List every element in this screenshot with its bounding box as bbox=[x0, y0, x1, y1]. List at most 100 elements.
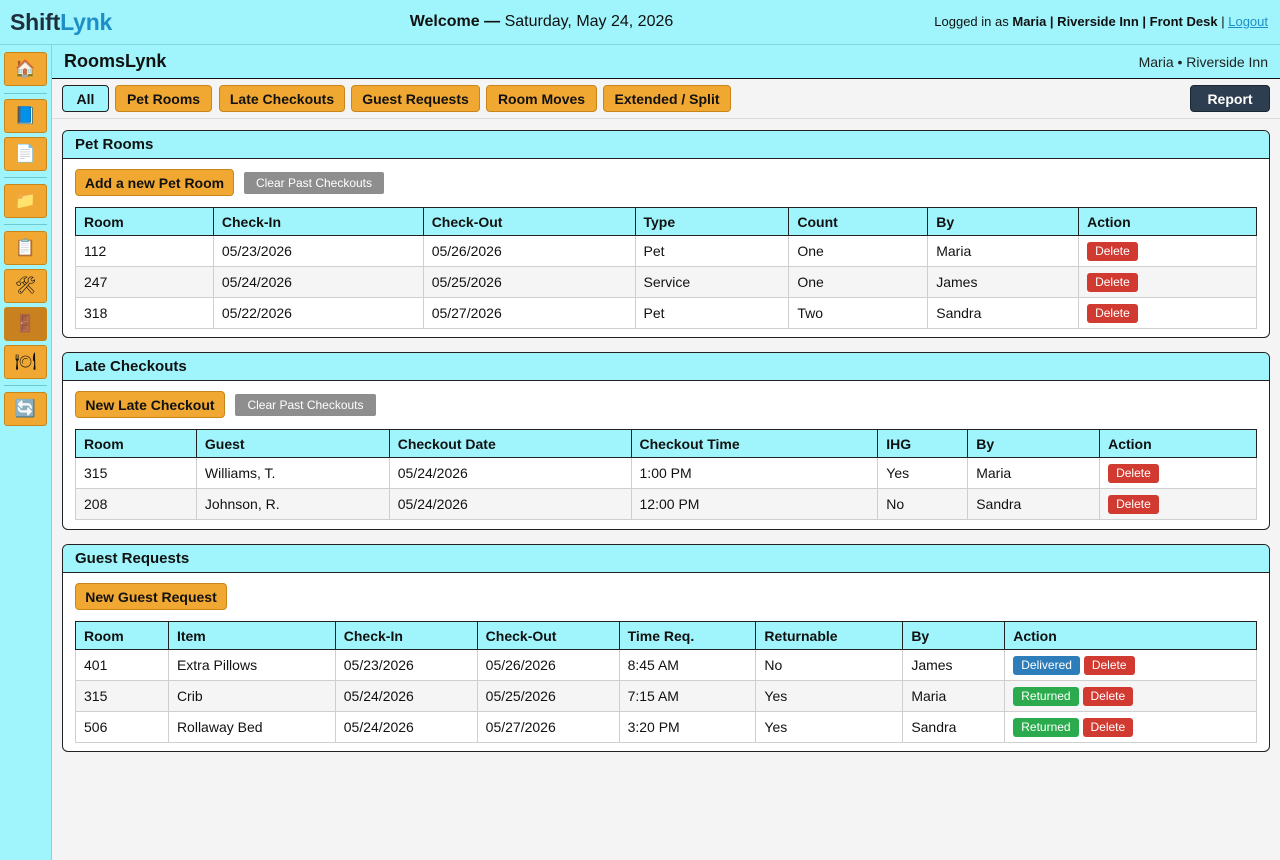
cell-checkout-date: 05/24/2026 bbox=[388, 457, 632, 489]
returned-button[interactable]: Returned bbox=[1013, 717, 1079, 737]
cell-check-in: 05/24/2026 bbox=[334, 680, 478, 712]
column-header[interactable]: By bbox=[927, 207, 1080, 236]
delivered-button[interactable]: Delivered bbox=[1013, 655, 1080, 675]
column-header[interactable]: Check-In bbox=[212, 207, 424, 236]
welcome-message: Welcome — Saturday, May 24, 2026 bbox=[0, 13, 1083, 31]
sidebar-item-home[interactable]: 🏠 bbox=[4, 52, 47, 86]
column-header[interactable]: Check-Out bbox=[422, 207, 636, 236]
cell-check-in: 05/23/2026 bbox=[212, 235, 424, 267]
delete-button[interactable]: Delete bbox=[1082, 686, 1134, 706]
delete-button[interactable]: Delete bbox=[1083, 655, 1135, 675]
cell-by: James bbox=[927, 266, 1080, 298]
cell-action: Returned Delete bbox=[1004, 711, 1257, 743]
column-header[interactable]: IHG bbox=[877, 429, 969, 458]
column-header[interactable]: Checkout Date bbox=[388, 429, 632, 458]
filter-room-moves-button[interactable]: Room Moves bbox=[486, 85, 597, 112]
table-row: 318 05/22/2026 05/27/2026 Pet Two Sandra… bbox=[75, 297, 1257, 329]
clear-past-checkouts-button[interactable]: Clear Past Checkouts bbox=[244, 172, 384, 194]
report-button[interactable]: Report bbox=[1190, 85, 1270, 112]
cell-time-requested: 7:15 AM bbox=[618, 680, 757, 712]
sidebar-item-tasks[interactable]: 📋 bbox=[4, 231, 47, 265]
folder-icon: 📁 bbox=[14, 191, 37, 210]
user-location: Maria • Riverside Inn bbox=[1138, 54, 1268, 70]
cell-action: Returned Delete bbox=[1004, 680, 1257, 712]
cell-by: Sandra bbox=[927, 297, 1080, 329]
returned-button[interactable]: Returned bbox=[1013, 686, 1079, 706]
cell-returnable: Yes bbox=[755, 680, 904, 712]
cell-time-requested: 3:20 PM bbox=[618, 711, 757, 743]
sidebar-divider bbox=[4, 385, 47, 386]
column-header[interactable]: Time Req. bbox=[618, 621, 757, 650]
table-row: 401 Extra Pillows 05/23/2026 05/26/2026 … bbox=[75, 649, 1257, 681]
sidebar-item-files[interactable]: 📁 bbox=[4, 184, 47, 218]
column-header[interactable]: Room bbox=[75, 621, 169, 650]
pet-rooms-title: Pet Rooms bbox=[63, 131, 1269, 159]
column-header[interactable]: Guest bbox=[195, 429, 390, 458]
filter-guest-requests-button[interactable]: Guest Requests bbox=[351, 85, 480, 112]
door-icon: 🚪 bbox=[14, 314, 37, 333]
filter-all-button[interactable]: All bbox=[62, 85, 109, 112]
page-title: RoomsLynk bbox=[64, 51, 167, 71]
new-late-checkout-button[interactable]: New Late Checkout bbox=[75, 391, 225, 418]
guest-requests-actions: New Guest Request bbox=[63, 573, 1269, 621]
cell-action: Delivered Delete bbox=[1004, 649, 1257, 681]
cell-action: Delete bbox=[1078, 266, 1257, 298]
filter-bar: All Pet Rooms Late Checkouts Guest Reque… bbox=[52, 79, 1280, 119]
column-header[interactable]: Checkout Time bbox=[630, 429, 879, 458]
cell-by: Maria bbox=[927, 235, 1080, 267]
cell-action: Delete bbox=[1099, 488, 1257, 520]
column-header[interactable]: Type bbox=[634, 207, 790, 236]
cell-action: Delete bbox=[1078, 235, 1257, 267]
logout-link[interactable]: Logout bbox=[1228, 14, 1268, 29]
column-header[interactable]: Room bbox=[75, 207, 214, 236]
filter-late-checkouts-button[interactable]: Late Checkouts bbox=[219, 85, 345, 112]
column-header[interactable]: Count bbox=[788, 207, 929, 236]
cell-check-in: 05/24/2026 bbox=[334, 711, 478, 743]
column-header[interactable]: Room bbox=[75, 429, 197, 458]
table-row: 315 Crib 05/24/2026 05/25/2026 7:15 AM Y… bbox=[75, 680, 1257, 712]
cell-time-requested: 8:45 AM bbox=[618, 649, 757, 681]
delete-button[interactable]: Delete bbox=[1108, 463, 1159, 483]
pet-rooms-table: Room Check-In Check-Out Type Count By Ac… bbox=[75, 207, 1257, 329]
column-header[interactable]: Returnable bbox=[755, 621, 904, 650]
sidebar-item-logbook[interactable]: 📘 bbox=[4, 99, 47, 133]
table-row: 506 Rollaway Bed 05/24/2026 05/27/2026 3… bbox=[75, 711, 1257, 743]
guest-requests-panel: Guest Requests New Guest Request Room It… bbox=[62, 544, 1270, 752]
column-header: Action bbox=[1099, 429, 1257, 458]
cell-room: 318 bbox=[75, 297, 214, 329]
delete-button[interactable]: Delete bbox=[1087, 303, 1138, 323]
plate-icon: 🍽 bbox=[14, 352, 37, 371]
sidebar-item-rooms[interactable]: 🚪 bbox=[4, 307, 47, 341]
cell-returnable: Yes bbox=[755, 711, 904, 743]
cell-room: 247 bbox=[75, 266, 214, 298]
sidebar-item-documents[interactable]: 📄 bbox=[4, 137, 47, 171]
column-header[interactable]: By bbox=[902, 621, 1006, 650]
clear-past-checkouts-button[interactable]: Clear Past Checkouts bbox=[235, 394, 376, 416]
table-header-row: Room Item Check-In Check-Out Time Req. R… bbox=[75, 621, 1257, 650]
delete-button[interactable]: Delete bbox=[1082, 717, 1134, 737]
column-header[interactable]: Item bbox=[167, 621, 336, 650]
late-checkouts-title: Late Checkouts bbox=[63, 353, 1269, 381]
delete-button[interactable]: Delete bbox=[1108, 494, 1159, 514]
column-header[interactable]: By bbox=[967, 429, 1101, 458]
cell-guest: Johnson, R. bbox=[195, 488, 390, 520]
main-content: RoomsLynk Maria • Riverside Inn All Pet … bbox=[52, 45, 1280, 860]
new-guest-request-button[interactable]: New Guest Request bbox=[75, 583, 227, 610]
sidebar-divider bbox=[4, 177, 47, 178]
sidebar-item-refresh[interactable]: 🔄 bbox=[4, 392, 47, 426]
cell-room: 315 bbox=[75, 680, 169, 712]
cell-room: 506 bbox=[75, 711, 169, 743]
sidebar-item-dining[interactable]: 🍽 bbox=[4, 345, 47, 379]
filter-extended-split-button[interactable]: Extended / Split bbox=[603, 85, 731, 112]
sidebar-item-maintenance[interactable]: 🛠 bbox=[4, 269, 47, 303]
column-header[interactable]: Check-In bbox=[334, 621, 478, 650]
delete-button[interactable]: Delete bbox=[1087, 241, 1138, 261]
cell-by: Sandra bbox=[967, 488, 1101, 520]
add-pet-room-button[interactable]: Add a new Pet Room bbox=[75, 169, 234, 196]
cell-check-in: 05/22/2026 bbox=[212, 297, 424, 329]
filter-pet-rooms-button[interactable]: Pet Rooms bbox=[115, 85, 212, 112]
table-row: 208 Johnson, R. 05/24/2026 12:00 PM No S… bbox=[75, 488, 1257, 520]
column-header[interactable]: Check-Out bbox=[476, 621, 620, 650]
login-prefix: Logged in as bbox=[934, 14, 1009, 29]
delete-button[interactable]: Delete bbox=[1087, 272, 1138, 292]
